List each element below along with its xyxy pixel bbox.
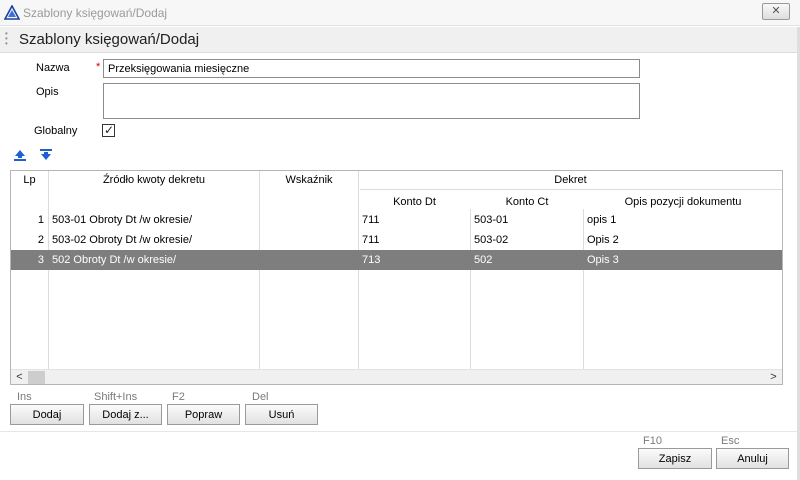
column-divider (48, 171, 49, 369)
opis-label: Opis (36, 86, 59, 98)
column-divider (259, 171, 260, 369)
shortcut-esc: Esc (721, 435, 740, 447)
popraw-button[interactable]: Popraw (167, 404, 240, 425)
cell-konto-ct: 502 (474, 254, 493, 266)
cell-opis: Opis 3 (587, 254, 619, 266)
cell-konto-dt: 711 (362, 234, 380, 246)
shortcut-f10: F10 (643, 435, 662, 447)
dodaj-button[interactable]: Dodaj (10, 404, 84, 425)
cell-lp: 3 (37, 254, 44, 266)
column-header-lp[interactable]: Lp (11, 174, 48, 186)
globalny-label: Globalny (34, 125, 78, 137)
shortcut-ins: Ins (17, 391, 32, 403)
column-header-konto-dt[interactable]: Konto Dt (359, 196, 470, 208)
nazwa-label: Nazwa (36, 62, 70, 74)
cell-zrodlo: 502 Obroty Dt /w okresie/ (52, 254, 177, 266)
usun-button[interactable]: Usuń (245, 404, 318, 425)
app-logo-icon (4, 5, 20, 20)
zapisz-button[interactable]: Zapisz (638, 448, 712, 469)
column-header-zrodlo[interactable]: Źródło kwoty dekretu (49, 174, 259, 186)
page-header: • • • Szablony księgowań/Dodaj (0, 27, 800, 53)
dekret-grid: Lp Źródło kwoty dekretu Wskaźnik Dekret … (10, 170, 783, 385)
shortcut-del: Del (252, 391, 269, 403)
cell-zrodlo: 503-02 Obroty Dt /w okresie/ (52, 234, 193, 246)
scroll-thumb[interactable] (28, 371, 45, 384)
move-up-icon[interactable] (13, 148, 27, 162)
cell-konto-dt: 713 (362, 254, 381, 266)
column-header-opis-pozycji[interactable]: Opis pozycji dokumentu (584, 196, 782, 208)
shortcut-f2: F2 (172, 391, 185, 403)
page-title: Szablony księgowań/Dodaj (19, 31, 200, 48)
cell-lp: 1 (37, 214, 44, 226)
opis-textarea[interactable] (103, 83, 640, 119)
table-row[interactable]: 1 503-01 Obroty Dt /w okresie/ 711 503-0… (11, 210, 782, 230)
footer-divider (0, 431, 800, 432)
drag-grip-icon[interactable]: • • • (5, 30, 9, 48)
nazwa-input[interactable] (103, 59, 640, 78)
table-row-selected[interactable]: 3 502 Obroty Dt /w okresie/ 713 502 Opis… (11, 250, 782, 270)
cell-opis: opis 1 (587, 214, 617, 226)
column-divider (358, 171, 359, 369)
column-header-wskaznik[interactable]: Wskaźnik (260, 174, 358, 186)
horizontal-scrollbar[interactable]: < > (11, 369, 782, 384)
anuluj-button[interactable]: Anuluj (716, 448, 789, 469)
column-header-konto-ct[interactable]: Konto Ct (471, 196, 583, 208)
required-marker: * (96, 61, 101, 73)
scroll-right-icon[interactable]: > (766, 370, 781, 384)
scroll-left-icon[interactable]: < (12, 370, 27, 384)
check-icon: ✓ (104, 123, 115, 137)
move-down-icon[interactable] (39, 148, 53, 162)
cell-konto-dt: 711 (362, 214, 380, 226)
window-title-bar: Szablony księgowań/Dodaj ✕ (0, 0, 800, 26)
header-group-divider (360, 189, 782, 190)
column-group-dekret: Dekret (554, 174, 587, 186)
cell-opis: Opis 2 (587, 234, 619, 246)
close-button[interactable]: ✕ (762, 3, 790, 20)
shortcut-shift-ins: Shift+Ins (94, 391, 138, 403)
table-row[interactable]: 2 503-02 Obroty Dt /w okresie/ 711 503-0… (11, 230, 782, 250)
cell-lp: 2 (37, 234, 44, 246)
cell-zrodlo: 503-01 Obroty Dt /w okresie/ (52, 214, 193, 226)
window-title: Szablony księgowań/Dodaj (23, 6, 168, 20)
cell-konto-ct: 503-02 (474, 234, 509, 246)
globalny-checkbox[interactable]: ✓ (102, 123, 115, 137)
dodaj-z-button[interactable]: Dodaj z... (89, 404, 162, 425)
cell-konto-ct: 503-01 (474, 214, 509, 226)
close-icon: ✕ (771, 5, 781, 17)
